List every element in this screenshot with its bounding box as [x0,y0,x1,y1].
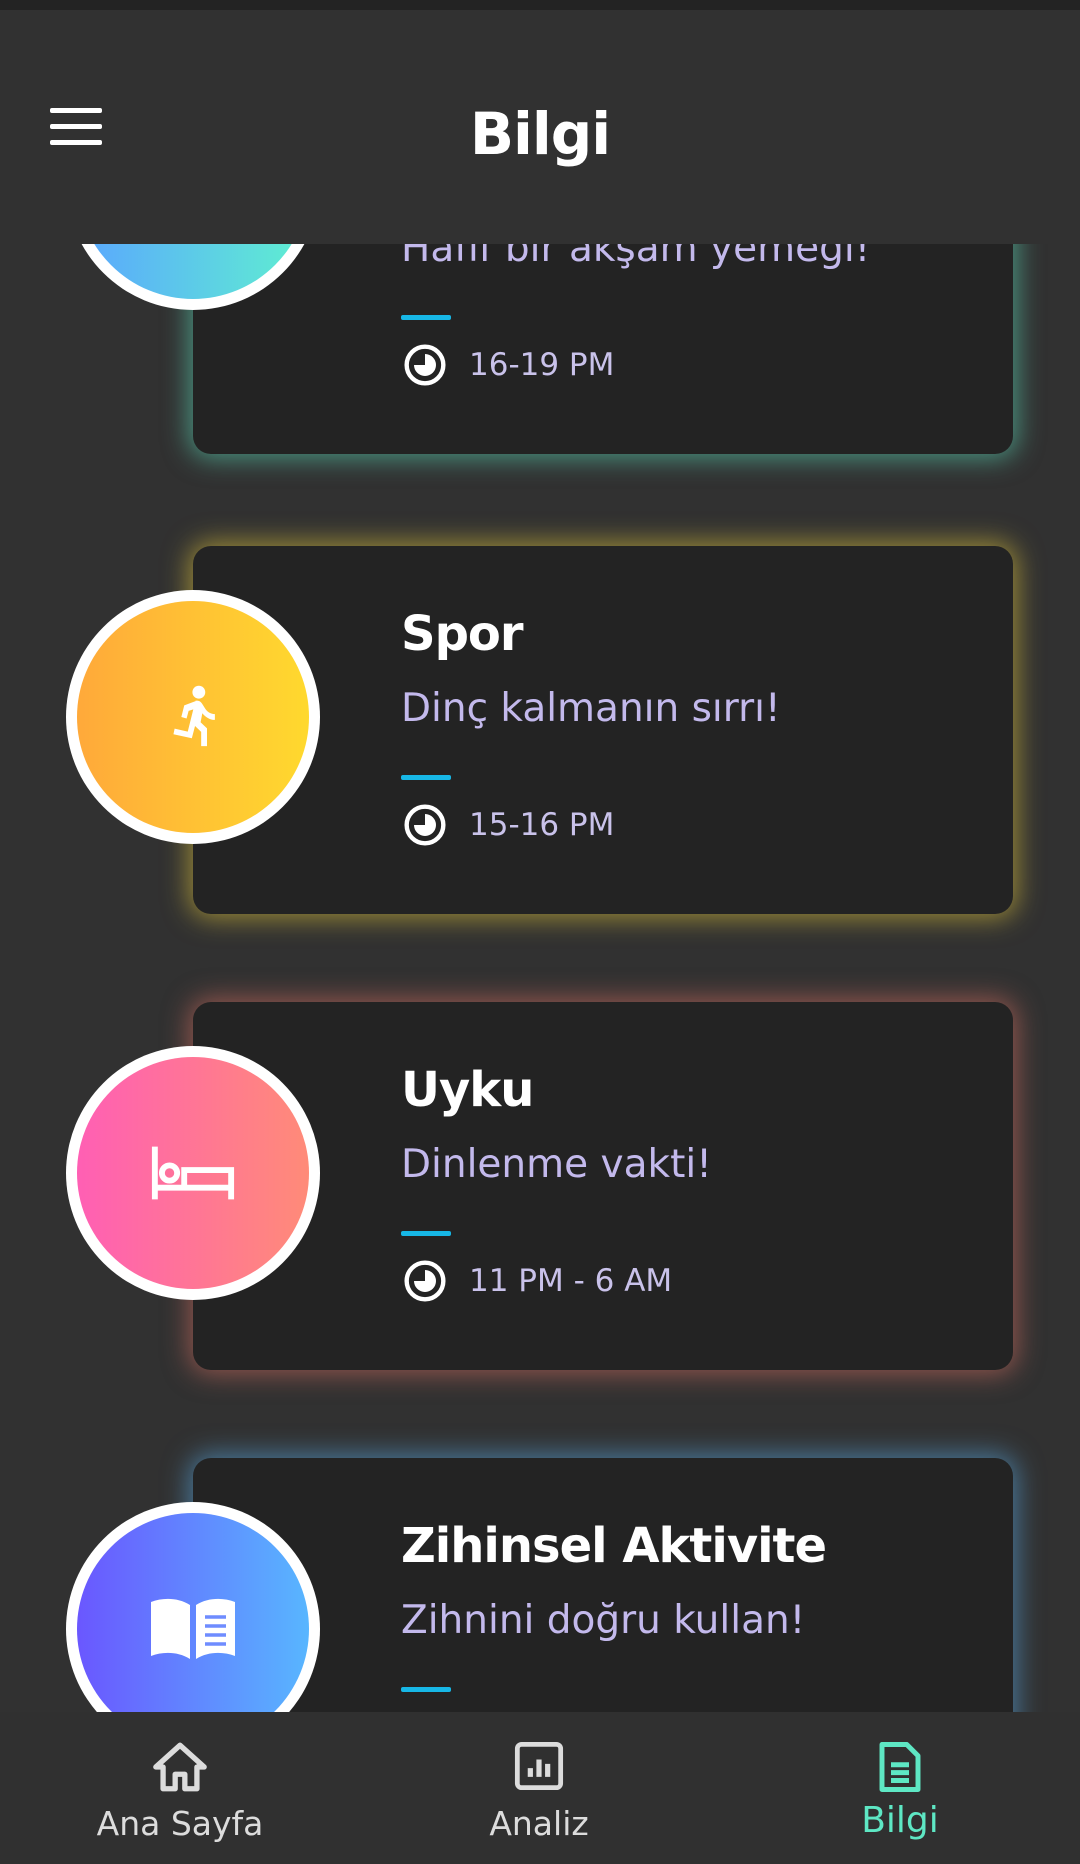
card-divider [401,1687,451,1692]
info-card-zihinsel-aktivite[interactable]: Zihinsel Aktivite Zihnini doğru kullan! [0,1458,1080,1712]
nav-item-bilgi[interactable]: Bilgi [750,1712,1050,1864]
page-title: Bilgi [469,100,611,168]
nav-label: Ana Sayfa [96,1804,264,1843]
app-bar: Bilgi [0,10,1080,244]
clock-icon [404,344,446,386]
card-time-row: 11 PM - 6 AM [403,1259,672,1303]
nav-item-ana-sayfa[interactable]: Ana Sayfa [30,1712,330,1864]
bed-icon [151,1146,235,1200]
card-icon-circle [66,1046,320,1300]
book-icon [151,1598,235,1659]
card-subtitle: Dinlenme vakti! [401,1142,712,1187]
card-divider [401,1231,451,1236]
info-card-spor[interactable]: Spor Dinç kalmanın sırrı! 15-16 PM [0,546,1080,916]
document-icon [879,1742,921,1792]
card-time: 15-16 PM [469,807,615,843]
card-subtitle: Hafif bir akşam yemeği! [401,244,871,271]
clock-icon [404,1260,446,1302]
card-title: Uyku [401,1062,534,1118]
card-time-row: 16-19 PM [403,343,614,387]
card-title: Zihinsel Aktivite [401,1518,827,1574]
card-time-row: 15-16 PM [403,803,614,847]
card-title: Spor [401,606,524,662]
info-card-uyku[interactable]: Uyku Dinlenme vakti! 11 PM - 6 AM [0,1002,1080,1372]
running-person-icon [173,685,215,747]
nav-label-active: Bilgi [861,1800,939,1841]
nav-label: Analiz [489,1804,589,1843]
card-subtitle: Dinç kalmanın sırrı! [401,686,781,731]
info-card-list[interactable]: Hafif bir akşam yemeği! 16-19 PM Spor Di… [0,244,1080,1712]
card-time: 11 PM - 6 AM [469,1263,673,1299]
home-icon [153,1742,207,1792]
card-time: 16-19 PM [469,347,615,383]
nav-item-analiz[interactable]: Analiz [389,1712,689,1864]
status-bar [0,0,1080,10]
card-icon-circle [66,590,320,844]
card-divider [401,775,451,780]
card-body [193,1458,1013,1712]
bottom-nav: Ana Sayfa Analiz Bilgi [0,1712,1080,1864]
clock-icon [404,804,446,846]
card-divider [401,315,451,320]
chart-icon [514,1741,564,1791]
card-subtitle: Zihnini doğru kullan! [401,1598,806,1643]
info-card-dinner[interactable]: Hafif bir akşam yemeği! 16-19 PM [0,244,1080,456]
